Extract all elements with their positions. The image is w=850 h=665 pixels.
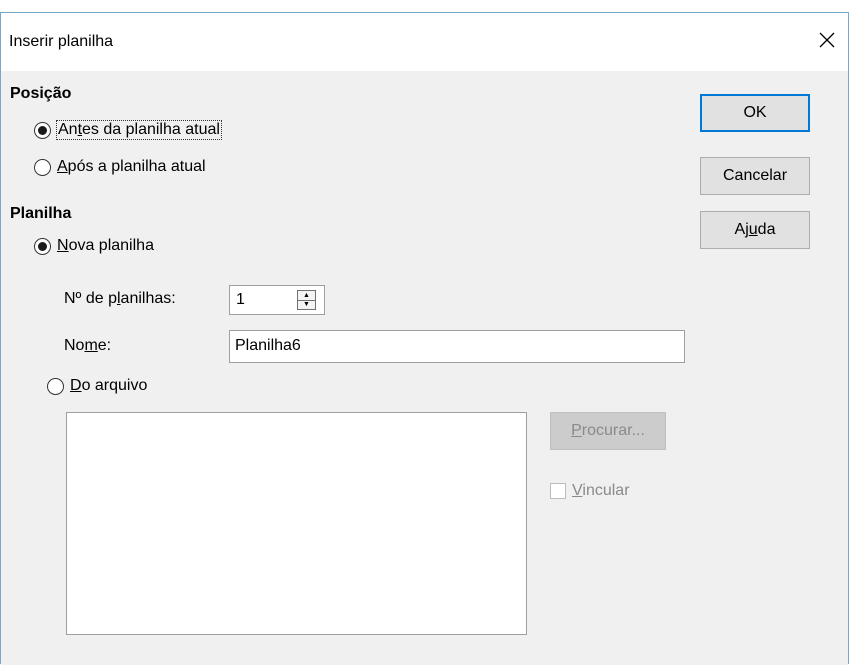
close-icon bbox=[819, 32, 835, 48]
insert-sheet-dialog: Inserir planilha Posição Antes da planil… bbox=[0, 12, 849, 665]
spin-down-icon[interactable]: ▼ bbox=[298, 299, 315, 310]
help-button[interactable]: Ajuda bbox=[700, 211, 810, 249]
radio-before-label: Antes da planilha atual bbox=[56, 120, 222, 140]
file-sheet-list[interactable] bbox=[66, 412, 527, 635]
position-heading: Posição bbox=[10, 85, 72, 102]
sheet-count-spinbox[interactable]: 1 ▲ ▼ bbox=[229, 285, 325, 315]
link-checkbox-label: Vincular bbox=[572, 482, 630, 499]
radio-selected-dot bbox=[38, 241, 47, 251]
dialog-title: Inserir planilha bbox=[9, 33, 114, 50]
cancel-button[interactable]: Cancelar bbox=[700, 157, 810, 195]
link-checkbox[interactable] bbox=[550, 483, 566, 499]
radio-after-label: Após a planilha atual bbox=[57, 158, 206, 175]
spin-buttons: ▲ ▼ bbox=[297, 290, 316, 310]
sheet-name-label: Nome: bbox=[64, 337, 112, 354]
radio-button[interactable] bbox=[47, 377, 64, 395]
radio-from-file-label: Do arquivo bbox=[70, 377, 148, 394]
radio-selected-dot bbox=[38, 125, 47, 135]
radio-from-file[interactable]: Do arquivo bbox=[47, 377, 147, 395]
sheet-count-label: Nº de planilhas: bbox=[64, 290, 176, 307]
ok-button[interactable]: OK bbox=[700, 94, 810, 132]
radio-button[interactable] bbox=[34, 121, 51, 139]
dialog-body: Posição Antes da planilha atual Após a p… bbox=[1, 71, 848, 665]
close-button[interactable] bbox=[810, 23, 844, 57]
title-bar: Inserir planilha bbox=[1, 13, 848, 71]
browse-button[interactable]: Procurar... bbox=[550, 412, 666, 450]
radio-after-current-sheet[interactable]: Após a planilha atual bbox=[34, 158, 206, 176]
sheet-heading: Planilha bbox=[10, 205, 72, 222]
spin-up-icon[interactable]: ▲ bbox=[298, 291, 315, 300]
radio-button[interactable] bbox=[34, 237, 51, 255]
radio-new-sheet[interactable]: Nova planilha bbox=[34, 237, 154, 255]
radio-before-current-sheet[interactable]: Antes da planilha atual bbox=[34, 120, 222, 140]
sheet-name-input[interactable]: Planilha6 bbox=[229, 330, 685, 363]
radio-button[interactable] bbox=[34, 158, 51, 176]
sheet-count-value[interactable]: 1 bbox=[236, 291, 245, 309]
radio-new-sheet-label: Nova planilha bbox=[57, 237, 154, 254]
link-checkbox-row[interactable]: Vincular bbox=[550, 482, 630, 500]
